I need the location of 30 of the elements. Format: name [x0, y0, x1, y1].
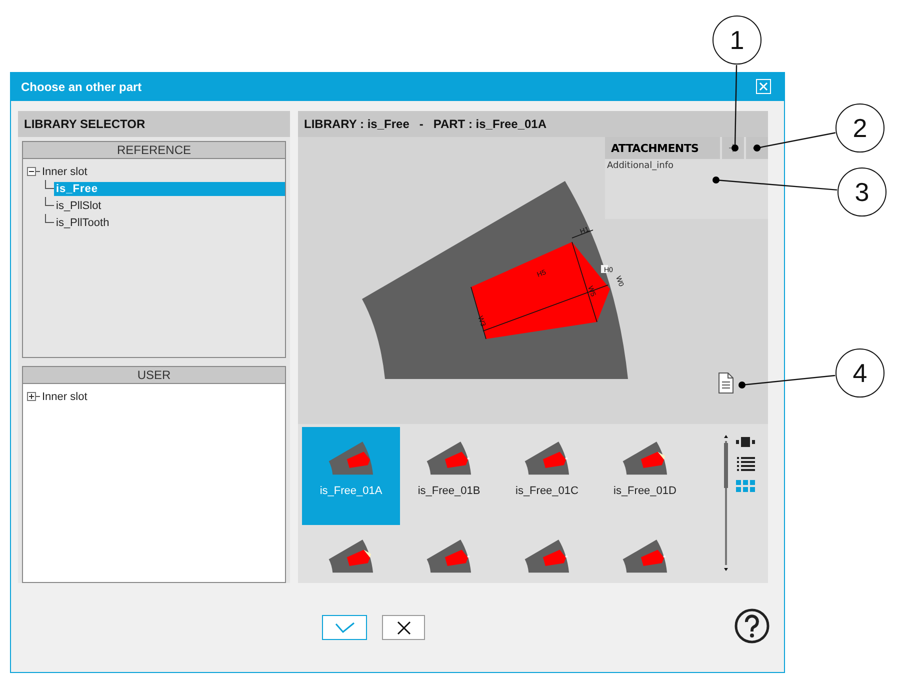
tree-item[interactable]: is_PllSlot: [54, 198, 104, 212]
remove-attachment-button[interactable]: [746, 137, 768, 159]
panel-title: LIBRARY : is_Free - PART : is_Free_01A: [298, 111, 768, 137]
callout: 1: [712, 16, 762, 152]
list-view-button[interactable]: [736, 455, 756, 473]
section-header: USER: [23, 367, 285, 384]
section-header: REFERENCE: [23, 142, 285, 159]
attachments-title: ATTACHMENTS: [605, 137, 720, 159]
tree-item[interactable]: is_PllTooth: [54, 216, 112, 230]
attachment-item[interactable]: Additional_info: [605, 159, 676, 173]
scrollbar[interactable]: [722, 433, 730, 573]
expand-icon[interactable]: [27, 392, 40, 401]
close-icon: [759, 82, 768, 91]
x-icon: [396, 620, 410, 634]
tree-item[interactable]: Inner slot: [40, 390, 90, 404]
tree-item[interactable]: Inner slot: [40, 164, 90, 178]
part-thumbnail[interactable]: is_Free_01B: [400, 427, 498, 525]
callout: 2: [754, 104, 884, 152]
part-thumbnail[interactable]: is_Free_01D: [596, 427, 694, 525]
panel-title: LIBRARY SELECTOR: [18, 111, 290, 137]
confirm-button[interactable]: [322, 615, 367, 640]
collapse-icon[interactable]: [27, 167, 40, 176]
callout: 4: [738, 348, 884, 398]
checkmark-icon: [334, 622, 354, 634]
add-attachment-button[interactable]: [722, 137, 744, 159]
part-thumbnail[interactable]: is_Free_01C: [498, 427, 596, 525]
window-title: Choose an other part: [21, 80, 142, 94]
cancel-button[interactable]: [382, 615, 425, 640]
callout: 3: [712, 168, 886, 216]
close-button[interactable]: [756, 79, 771, 94]
